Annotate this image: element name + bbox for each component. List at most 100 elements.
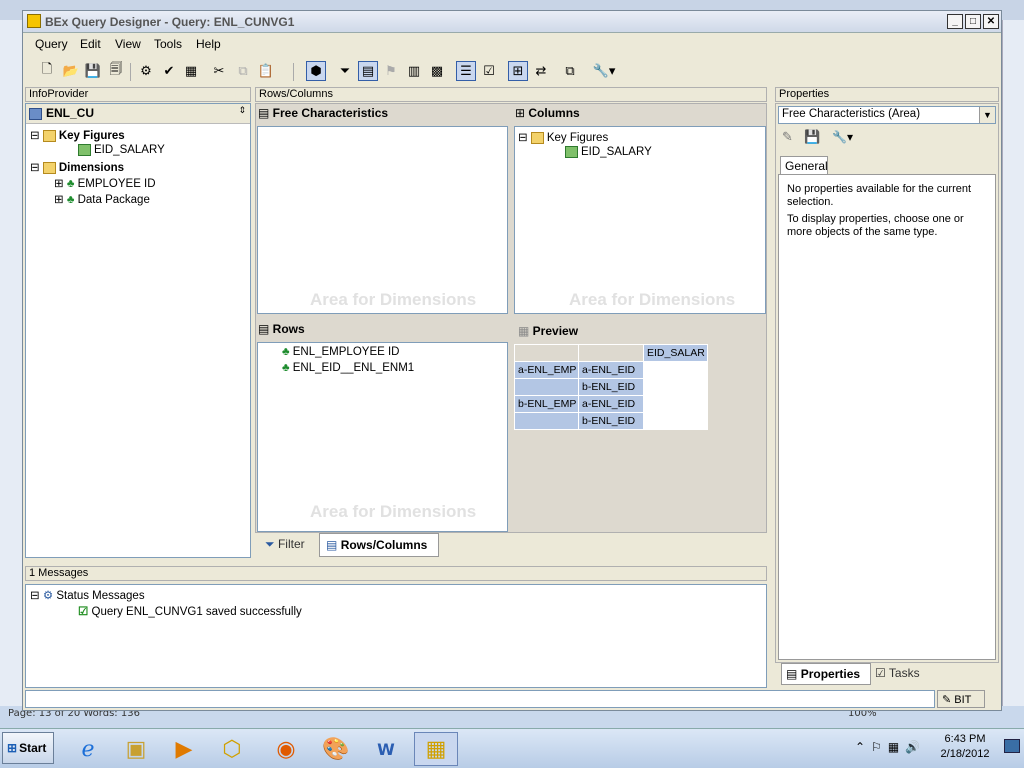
tab-general[interactable]: General [780, 156, 828, 175]
cube-icon [29, 108, 42, 120]
tab-properties[interactable]: ▤ Properties [781, 663, 871, 685]
properties-toggle-icon[interactable]: ☰ [456, 61, 476, 81]
menu-tools[interactable]: Tools [154, 37, 182, 51]
status-bar-field [25, 690, 935, 708]
menu-query[interactable]: Query [35, 37, 68, 51]
media-player-icon[interactable]: ▶ [162, 732, 206, 766]
sap-logon-icon[interactable]: ⬡ [210, 732, 254, 766]
firefox-icon[interactable]: ◉ [264, 732, 308, 766]
infoprovider-header: InfoProvider [25, 87, 251, 102]
infoprovider-selector[interactable]: ENL_CU ⇕ [26, 104, 250, 124]
tree-node[interactable]: ⊟ Key Figures [518, 130, 608, 144]
tree-node[interactable]: ♣ ENL_EMPLOYEE ID [282, 346, 399, 358]
app-icon [27, 14, 41, 28]
filter-icon[interactable]: ⏷ [335, 61, 355, 81]
tab-tasks-label: Tasks [888, 666, 920, 680]
columns-area[interactable]: ⊟ Key Figures EID_SALARY Area for Dimens… [514, 126, 766, 314]
properties-icon[interactable]: ▦ [181, 61, 201, 81]
spin-icon[interactable]: ⇕ [238, 106, 246, 116]
tools-icon[interactable]: 🔧▾ [832, 130, 853, 144]
columns-title: ⊞ Columns [515, 106, 580, 120]
tasks-icon[interactable]: ☑ [479, 61, 499, 81]
preview-label: Preview [532, 324, 579, 338]
menu-bar: Query Edit View Tools Help [23, 33, 1001, 55]
menu-help[interactable]: Help [196, 37, 221, 51]
word-icon[interactable]: W [364, 732, 408, 766]
menu-edit[interactable]: Edit [80, 37, 101, 51]
tree-node[interactable]: EID_SALARY [78, 144, 165, 156]
tree-node[interactable]: ⊞ ♣ EMPLOYEE ID [54, 176, 156, 190]
tree-label-dimensions: Dimensions [58, 162, 125, 174]
preview-value-cell [643, 412, 708, 430]
tab-rows-columns[interactable]: ▤ Rows/Columns [319, 533, 439, 557]
preview-cell [514, 412, 579, 430]
paste-icon[interactable]: 📋 [256, 61, 276, 81]
technical-name-icon[interactable]: ⧉ [560, 61, 580, 81]
tab-tasks[interactable]: ☑ Tasks [875, 666, 920, 680]
background-scrollbar[interactable] [1002, 20, 1024, 720]
open-icon[interactable]: 📂 [61, 61, 81, 81]
tab-filter-label: Filter [277, 537, 305, 551]
where-used-icon[interactable]: ⇄ [531, 61, 551, 81]
maximize-button[interactable]: □ [965, 14, 981, 29]
clock[interactable]: 6:43 PM 2/18/2012 [935, 732, 995, 762]
show-desktop-icon[interactable] [1004, 739, 1020, 753]
tools-dropdown-icon[interactable]: 🔧▾ [589, 61, 619, 81]
tree-node[interactable]: ⊞ ♣ Data Package [54, 192, 150, 206]
tree-node[interactable]: ⊟ Key Figures [30, 128, 125, 142]
start-button[interactable]: ⊞ Start [2, 732, 54, 764]
messages-icon[interactable]: ⊞ [508, 61, 528, 81]
rows-columns-header: Rows/Columns [255, 87, 767, 102]
execute-icon[interactable]: ⚙ [136, 61, 156, 81]
properties-select[interactable]: Free Characteristics (Area) ▼ [778, 106, 996, 124]
new-icon[interactable]: 🗋 [37, 61, 57, 81]
close-button[interactable]: ✕ [983, 14, 999, 29]
rows-area[interactable]: ♣ ENL_EMPLOYEE ID ♣ ENL_EID__ENL_ENM1 Ar… [257, 342, 508, 532]
cut-icon[interactable]: ✂ [209, 61, 229, 81]
preview-grid: EID_SALAR a-ENL_EMP a-ENL_EID b-ENL_EID b… [514, 344, 708, 430]
save-icon[interactable]: 💾 [804, 130, 820, 145]
save-icon[interactable]: 💾 [83, 61, 103, 81]
rows-employee-id: ENL_EMPLOYEE ID [292, 346, 400, 358]
tab-filter[interactable]: ⏷ Filter [265, 537, 305, 552]
cells-icon[interactable]: ⚑ [381, 61, 401, 81]
internet-explorer-icon[interactable]: ℯ [66, 732, 110, 766]
preview-cell: a-ENL_EID [578, 395, 644, 413]
conditions-icon[interactable]: ▥ [404, 61, 424, 81]
taskbar: ⊞ Start ℯ ▣ ▶ ⬡ ◉ 🎨 W ▦ ⌃⚐▦🔊 6:43 PM 2/18… [0, 728, 1024, 768]
dropdown-arrow-icon[interactable]: ▼ [979, 107, 995, 123]
infoprovider-icon[interactable]: ⬢ [306, 61, 326, 81]
save-all-icon[interactable]: 🗐 [106, 61, 126, 81]
query-designer-taskbar-icon[interactable]: ▦ [414, 732, 458, 766]
columns-eid-salary: EID_SALARY [581, 146, 652, 159]
rows-title: ▤ Rows [258, 322, 305, 336]
tree-label-eid-salary: EID_SALARY [94, 144, 165, 157]
paint-icon[interactable]: 🎨 [314, 732, 358, 766]
title-bar: BEx Query Designer - Query: ENL_CUNVG1 _… [23, 11, 1001, 33]
tree-node[interactable]: EID_SALARY [565, 146, 652, 158]
tree-node[interactable]: ♣ ENL_EID__ENL_ENM1 [282, 362, 414, 374]
tree-node[interactable]: ⊟ Dimensions [30, 160, 124, 174]
free-char-watermark: Area for Dimensions [310, 290, 477, 309]
free-characteristics-area[interactable]: Area for Dimensions [257, 126, 508, 314]
preview-cell: a-ENL_EMP [514, 361, 579, 379]
file-explorer-icon[interactable]: ▣ [114, 732, 158, 766]
exceptions-icon[interactable]: ▩ [427, 61, 447, 81]
edit-icon[interactable]: ✎ [782, 130, 793, 145]
infoprovider-name: ENL_CU [46, 106, 95, 120]
toolbar: 🗋 📂 💾 🗐 ⚙ ✔ ▦ ✂ ⧉ 📋 ⬢ ⏷ ▤ ⚑ ▥ ▩ ☰ ☑ ⊞ ⇄ … [23, 57, 1001, 87]
tree-label-key-figures: Key Figures [58, 130, 125, 142]
preview-cell: b-ENL_EID [578, 412, 644, 430]
menu-view[interactable]: View [115, 37, 141, 51]
dimension-icon: ♣ [282, 346, 290, 358]
status-messages-icon: ⚙ [42, 590, 54, 602]
copy-icon[interactable]: ⧉ [233, 61, 253, 81]
message-item[interactable]: ☑ Query ENL_CUNVG1 saved successfully [78, 604, 302, 618]
free-characteristics-title: ▤ Free Characteristics [258, 106, 389, 120]
minimize-button[interactable]: _ [947, 14, 963, 29]
properties-content: No properties available for the current … [778, 174, 996, 660]
check-icon[interactable]: ✔ [159, 61, 179, 81]
tray-icons[interactable]: ⌃⚐▦🔊 [855, 740, 926, 754]
rows-columns-icon[interactable]: ▤ [358, 61, 378, 81]
tree-node[interactable]: ⊟ ⚙ Status Messages [30, 588, 145, 602]
